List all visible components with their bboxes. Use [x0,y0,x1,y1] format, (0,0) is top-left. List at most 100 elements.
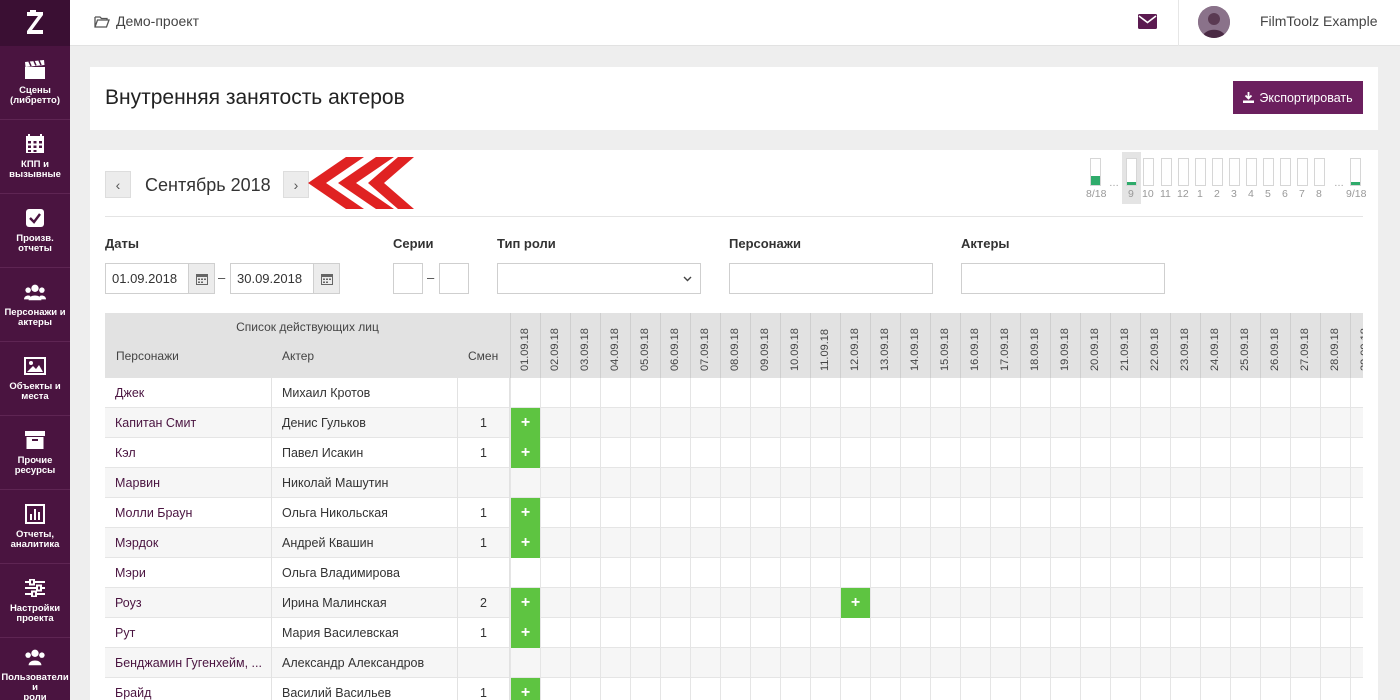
day-cell[interactable] [720,678,750,700]
day-cell[interactable] [1140,648,1170,678]
day-cell[interactable] [1110,648,1140,678]
day-cell[interactable] [930,438,960,468]
day-cell[interactable] [570,588,600,618]
sidebar-item[interactable]: Прочие ресурсы [0,416,70,490]
day-cell[interactable] [870,528,900,558]
day-cell[interactable] [900,468,930,498]
date-column-header[interactable]: 04.09.18 [600,313,630,378]
day-cell[interactable] [1140,558,1170,588]
day-cell[interactable] [630,408,660,438]
day-cell[interactable] [990,528,1020,558]
day-cell[interactable] [1260,498,1290,528]
date-column-header[interactable]: 24.09.18 [1200,313,1230,378]
day-cell[interactable] [810,528,840,558]
day-cell[interactable] [630,438,660,468]
day-cell[interactable] [780,528,810,558]
table-row[interactable]: Роуз Ирина Малинская 2 + + [105,588,1363,618]
export-button[interactable]: Экспортировать [1233,81,1363,114]
day-cell[interactable] [810,468,840,498]
day-cell[interactable] [630,678,660,700]
day-cell[interactable] [1110,588,1140,618]
day-cell[interactable] [930,468,960,498]
date-column-header[interactable]: 10.09.18 [780,313,810,378]
day-cell[interactable] [900,378,930,408]
character-name[interactable]: Бенджамин Гугенхейм, ... [115,648,265,678]
day-cell[interactable] [690,558,720,588]
day-cell[interactable] [900,528,930,558]
day-cell[interactable] [1320,498,1350,528]
actors-input[interactable] [961,263,1165,294]
day-cell[interactable] [570,498,600,528]
day-cell[interactable] [1350,498,1378,528]
day-cell[interactable] [630,588,660,618]
day-cell[interactable] [1200,498,1230,528]
day-cell[interactable] [510,468,540,498]
day-cell[interactable] [1050,498,1080,528]
day-cell[interactable] [810,588,840,618]
day-cell[interactable] [750,678,780,700]
day-cell[interactable] [930,408,960,438]
day-cell[interactable] [690,648,720,678]
date-column-header[interactable]: 08.09.18 [720,313,750,378]
calendar-icon[interactable] [313,263,340,294]
day-cell[interactable] [840,528,870,558]
day-cell[interactable] [990,438,1020,468]
day-cell[interactable] [600,468,630,498]
date-column-header[interactable]: 23.09.18 [1170,313,1200,378]
day-cell[interactable] [660,528,690,558]
day-cell[interactable] [1140,438,1170,468]
day-cell[interactable] [1200,468,1230,498]
date-column-header[interactable]: 15.09.18 [930,313,960,378]
day-cell[interactable] [630,618,660,648]
day-cell[interactable] [720,558,750,588]
day-cell[interactable] [960,588,990,618]
day-cell[interactable] [810,558,840,588]
sidebar-item[interactable]: КПП и вызывные [0,120,70,194]
day-cell[interactable] [1170,678,1200,700]
day-cell[interactable] [510,558,540,588]
sidebar-item[interactable]: Отчеты, аналитика [0,490,70,564]
day-cell[interactable] [540,678,570,700]
project-name[interactable]: Демо-проект [116,13,199,29]
day-cell[interactable] [540,558,570,588]
day-cell[interactable] [1110,558,1140,588]
day-cell[interactable] [690,678,720,700]
day-cell[interactable] [990,408,1020,438]
day-cell[interactable] [630,498,660,528]
day-cell[interactable] [1020,468,1050,498]
day-cell[interactable] [660,678,690,700]
day-cell[interactable] [1350,408,1378,438]
date-column-header[interactable]: 19.09.18 [1050,313,1080,378]
day-cell[interactable] [1200,588,1230,618]
day-cell[interactable] [1230,648,1260,678]
day-cell[interactable] [840,498,870,528]
day-cell[interactable] [960,408,990,438]
sidebar-item[interactable]: Объекты и места [0,342,70,416]
day-cell[interactable] [780,588,810,618]
date-column-header[interactable]: 21.09.18 [1110,313,1140,378]
day-cell[interactable] [930,588,960,618]
day-cell[interactable] [1140,528,1170,558]
day-cell[interactable] [540,588,570,618]
day-cell[interactable] [1290,438,1320,468]
add-shift-button[interactable]: + [841,588,870,618]
day-cell[interactable] [660,618,690,648]
day-cell[interactable] [660,648,690,678]
sidebar-item[interactable]: Пользователи и роли [0,638,70,700]
add-shift-button[interactable]: + [511,588,540,618]
day-cell[interactable] [570,618,600,648]
day-cell[interactable] [960,558,990,588]
add-shift-button[interactable]: + [511,408,540,438]
table-row[interactable]: Джек Михаил Кротов [105,378,1363,408]
day-cell[interactable] [1350,648,1378,678]
day-cell[interactable] [540,378,570,408]
day-cell[interactable] [960,678,990,700]
add-shift-button[interactable]: + [511,678,540,700]
day-cell[interactable] [1080,558,1110,588]
day-cell[interactable] [540,528,570,558]
day-cell[interactable] [570,648,600,678]
day-cell[interactable] [690,438,720,468]
day-cell[interactable] [660,588,690,618]
date-column-header[interactable]: 26.09.18 [1260,313,1290,378]
day-cell[interactable] [840,618,870,648]
